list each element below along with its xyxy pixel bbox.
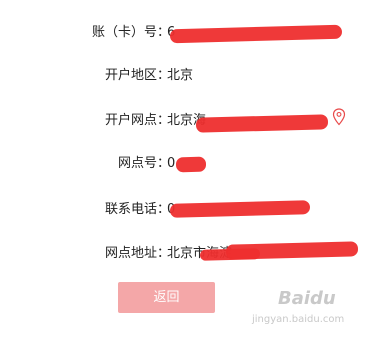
phone-colon: ：: [157, 202, 171, 217]
region-row: 开户地区 ： 北京: [0, 64, 374, 88]
branch-number-label: 网点号: [117, 156, 157, 171]
branch-number-colon: ：: [157, 156, 171, 171]
region-colon: ：: [157, 68, 171, 83]
watermark-logo: Baidu: [278, 288, 336, 309]
address-label: 网点地址: [104, 246, 157, 261]
branch-label: 开户网点: [104, 113, 157, 128]
back-button[interactable]: 返回: [118, 282, 215, 313]
map-pin-icon[interactable]: [332, 108, 346, 126]
branch-number-value: 0: [167, 156, 176, 171]
region-label: 开户地区: [104, 68, 157, 83]
account-label: 账（卡）号: [91, 25, 157, 40]
branch-colon: ：: [157, 113, 171, 128]
watermark: Baidu jingyan.baidu.com: [252, 288, 370, 334]
phone-label: 联系电话: [104, 202, 157, 217]
account-colon: ：: [157, 25, 171, 40]
address-colon: ：: [157, 246, 171, 261]
watermark-subtitle: jingyan.baidu.com: [252, 314, 345, 325]
region-value: 北京: [167, 68, 194, 83]
branch-number-redaction: [175, 156, 207, 173]
address-redaction-stroke: [199, 248, 261, 261]
